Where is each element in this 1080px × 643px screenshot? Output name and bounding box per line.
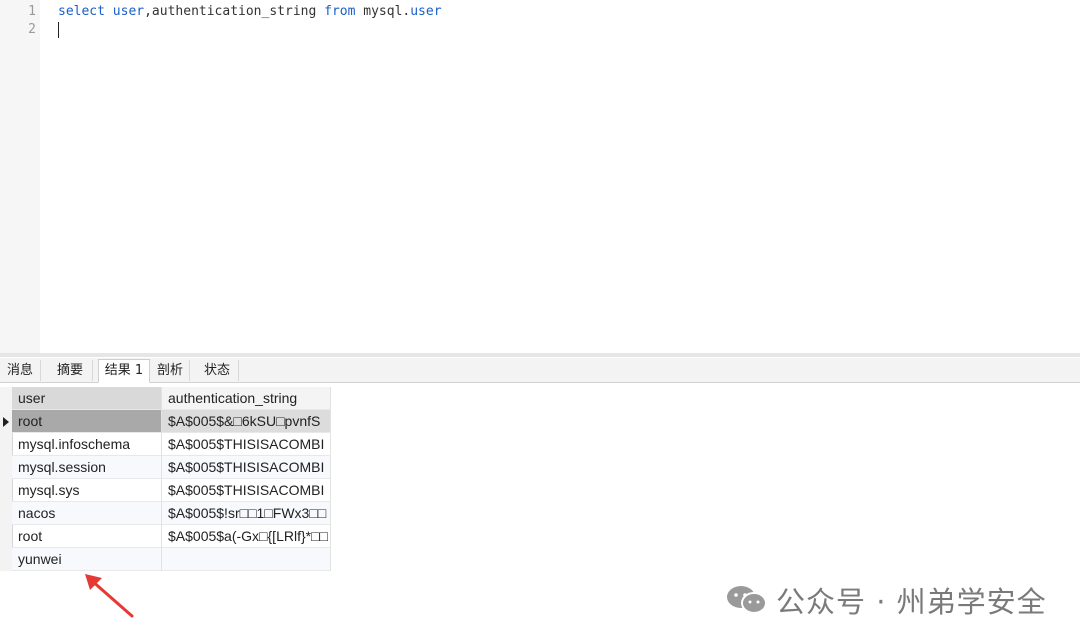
cell-user[interactable]: mysql.sys bbox=[12, 479, 162, 502]
cell-user[interactable]: yunwei bbox=[12, 548, 162, 571]
code-columns: ,authentication_string bbox=[144, 4, 317, 19]
keyword-select: select bbox=[58, 4, 105, 19]
result-tab-bar: 消息 摘要 结果 1 剖析 状态 bbox=[0, 358, 1080, 383]
keyword-from: from bbox=[324, 4, 356, 19]
tab-result-1[interactable]: 结果 1 bbox=[98, 359, 150, 383]
code-line-1[interactable]: select user,authentication_string from m… bbox=[58, 3, 442, 21]
line-number: 1 bbox=[28, 4, 36, 19]
code-schema: mysql. bbox=[363, 4, 411, 19]
column-header-user[interactable]: user bbox=[12, 387, 162, 410]
cell-auth[interactable]: $A$005$&□6kSU□pvnfS bbox=[162, 410, 331, 433]
cell-user[interactable]: mysql.infoschema bbox=[12, 433, 162, 456]
tab-status[interactable]: 状态 bbox=[196, 360, 239, 381]
keyword-user-table: user bbox=[410, 4, 442, 19]
watermark: 公众号 · 州弟学安全 bbox=[726, 580, 1047, 620]
cell-user[interactable]: root bbox=[12, 410, 162, 433]
column-header-authentication-string[interactable]: authentication_string bbox=[162, 387, 331, 410]
red-arrow-icon bbox=[85, 574, 134, 618]
cell-auth[interactable]: $A$005$!sr□□1□FWx3□□ bbox=[162, 502, 331, 525]
line-number: 2 bbox=[28, 22, 36, 37]
sql-editor[interactable]: 1 2 select user,authentication_string fr… bbox=[0, 0, 1080, 353]
tab-summary[interactable]: 摘要 bbox=[48, 360, 93, 381]
table-row[interactable]: root $A$005$&□6kSU□pvnfS bbox=[0, 410, 331, 433]
cell-auth[interactable]: $A$005$THISISACOMBI bbox=[162, 479, 331, 502]
cell-user[interactable]: root bbox=[12, 525, 162, 548]
table-row[interactable]: nacos $A$005$!sr□□1□FWx3□□ bbox=[0, 502, 331, 525]
cell-user[interactable]: mysql.session bbox=[12, 456, 162, 479]
tab-profile[interactable]: 剖析 bbox=[151, 360, 190, 381]
cell-auth[interactable]: $A$005$a(-Gx□{[LRlf}*□□ bbox=[162, 525, 331, 548]
table-row[interactable]: mysql.infoschema $A$005$THISISACOMBI bbox=[0, 433, 331, 456]
grid-header-row: user authentication_string bbox=[0, 387, 331, 410]
table-row[interactable]: yunwei bbox=[0, 548, 331, 571]
tab-messages[interactable]: 消息 bbox=[0, 360, 41, 381]
wechat-icon bbox=[727, 586, 767, 614]
pane-splitter[interactable] bbox=[0, 353, 1080, 357]
table-row[interactable]: mysql.sys $A$005$THISISACOMBI bbox=[0, 479, 331, 502]
cell-user[interactable]: nacos bbox=[12, 502, 162, 525]
cell-auth[interactable]: $A$005$THISISACOMBI bbox=[162, 433, 331, 456]
line-number-gutter: 1 2 bbox=[0, 0, 40, 353]
watermark-text: 公众号 · 州弟学安全 bbox=[776, 585, 1047, 619]
cell-auth[interactable]: $A$005$THISISACOMBI bbox=[162, 456, 331, 479]
current-row-arrow-icon bbox=[3, 417, 9, 427]
text-caret bbox=[58, 22, 59, 38]
keyword-user: user bbox=[112, 4, 145, 19]
table-row[interactable]: root $A$005$a(-Gx□{[LRlf}*□□ bbox=[0, 525, 331, 548]
cell-auth[interactable] bbox=[162, 548, 331, 571]
table-row[interactable]: mysql.session $A$005$THISISACOMBI bbox=[0, 456, 331, 479]
